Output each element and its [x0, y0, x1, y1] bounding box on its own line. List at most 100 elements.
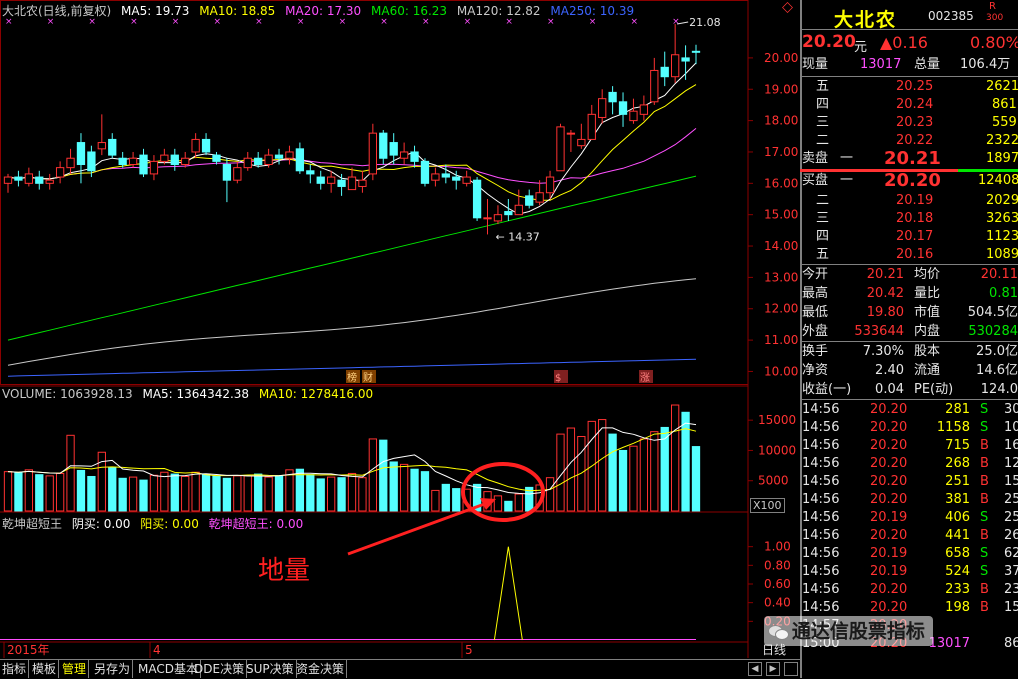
volume-bar [452, 488, 461, 512]
tick-price: 20.19 [870, 564, 908, 579]
scroll-left-button[interactable]: ◀ [748, 662, 762, 676]
tick-side: B [980, 438, 989, 453]
volume-bar [671, 404, 680, 512]
volume-bar [493, 495, 503, 512]
candle-body [233, 167, 242, 181]
candle-body [45, 179, 54, 184]
tab-sup[interactable]: SUP决策 [244, 660, 297, 678]
indicator-axis-label: 0.60 [764, 577, 791, 591]
index-badge: 300 [986, 13, 1004, 23]
time-axis-label: 5 [465, 643, 473, 657]
tick-volume: 524 [945, 564, 970, 579]
volume-bar [306, 474, 315, 512]
tick-price: 20.20 [870, 492, 908, 507]
bid-price: 20.18 [896, 211, 934, 226]
bid-row[interactable]: 二 20.19 2029 [800, 192, 1018, 210]
stat-value: 25.0亿 [976, 344, 1018, 359]
volume-bar [691, 446, 701, 512]
ask-row[interactable]: 五 20.25 2621 [800, 78, 1018, 96]
tick-price: 20.20 [870, 438, 908, 453]
volume-bar [285, 469, 294, 512]
ask-row[interactable]: 三 20.23 559 [800, 114, 1018, 132]
kline-chart[interactable]: 20.00 19.00 18.00 17.00 16.00 15.00 14.00 13.00… [0, 0, 800, 660]
tick-side: B [980, 600, 989, 615]
candle-body [66, 157, 75, 169]
candle-body [201, 138, 211, 153]
bid-level-label: 一 [840, 173, 854, 188]
tab-template[interactable]: 模板 [30, 660, 60, 678]
buy-side-label: 买盘 [802, 173, 829, 188]
volume-bar [420, 471, 430, 512]
candle-body [441, 173, 450, 178]
candle-body [639, 104, 649, 115]
volume-axis-label: 15000 [758, 413, 796, 427]
tab-fund[interactable]: 资金决策 [294, 660, 348, 678]
volume-bar [149, 474, 159, 512]
tick-count: 25 [1004, 510, 1018, 525]
volume-ma10-label: MA10: 1278416.00 [258, 387, 374, 401]
tick-count: 62 [1004, 546, 1018, 561]
volume-bar [295, 468, 305, 512]
candle-body [306, 170, 315, 175]
stat-value: 7.30% [862, 344, 904, 359]
tick-count: 10 [1004, 420, 1018, 435]
tick-volume: 233 [945, 582, 970, 597]
tick-row: 14:56 20.20 198 B 15 [800, 599, 1018, 617]
tick-row: 14:56 20.20 441 B 26 [800, 527, 1018, 545]
tick-volume: 406 [945, 510, 970, 525]
tick-time: 14:56 [802, 456, 840, 471]
tick-row: 14:56 20.20 1158 S 10 [800, 419, 1018, 437]
bid-price: 20.16 [896, 247, 934, 262]
price-change: ▲0.16 [880, 33, 928, 52]
bid-volume: 3263 [986, 211, 1018, 226]
bid-row[interactable]: 五 20.16 1089 [800, 246, 1018, 264]
candle-body [222, 164, 232, 181]
stat-value: 20.21 [866, 267, 904, 282]
candle-body [587, 113, 596, 140]
price-axis-label: 14.00 [764, 239, 798, 253]
bid-row[interactable]: 四 20.17 1123 [800, 228, 1018, 246]
indicator-header: 乾坤超短王 阴买: 0.00 阳买: 0.00 乾坤超短王: 0.00 [2, 515, 309, 532]
tab-save-as[interactable]: 另存为 [92, 660, 134, 678]
tick-time: 14:56 [802, 600, 840, 615]
candle-body [347, 176, 357, 191]
ma60-label: MA60: 16.23 [371, 4, 448, 18]
tick-price: 20.20 [870, 600, 908, 615]
stat-value: 504.5亿 [967, 305, 1018, 320]
stat-value: 14.6亿 [976, 363, 1018, 378]
tick-count: 12 [1004, 456, 1018, 471]
volume-ma5-label: MA5: 1364342.38 [142, 387, 250, 401]
indicator-axis-label: 1.00 [764, 540, 791, 554]
candle-body [368, 132, 377, 175]
volume-bar [45, 475, 54, 512]
tab-manage[interactable]: 管理 [60, 660, 90, 678]
volume-bar [76, 469, 86, 512]
ask-row[interactable]: 卖盘 一 20.21 1897 [800, 150, 1018, 168]
tab-dde[interactable]: DDE决策 [192, 660, 248, 678]
candle-body [254, 157, 263, 166]
tab-indicator[interactable]: 指标 [0, 660, 30, 678]
volume-bar [639, 438, 649, 512]
candle-body [462, 176, 471, 184]
time-axis-label: 4 [153, 643, 161, 657]
volume-bar [379, 439, 388, 512]
zoom-button[interactable] [784, 662, 798, 676]
candle-body [327, 176, 336, 184]
bid-row[interactable]: 三 20.18 3263 [800, 210, 1018, 228]
candle-body [55, 167, 65, 178]
tick-volume: 13017 [928, 636, 970, 651]
ma120-line [7, 278, 697, 366]
candle-body [545, 176, 555, 194]
bid-volume: 2029 [986, 193, 1018, 208]
tick-count: 15 [1004, 474, 1018, 489]
price-axis-label: 15.00 [764, 208, 798, 222]
candle-body [660, 66, 669, 78]
indicator-yinmai: 阴买: 0.00 [71, 517, 131, 531]
volume-bar [337, 477, 346, 512]
tick-count: 30 [1004, 402, 1018, 417]
volume-bar [66, 434, 75, 512]
stat-label: 均价 [914, 267, 941, 282]
bid-row[interactable]: 买盘 一 20.20 12408 [800, 172, 1018, 190]
scroll-right-button[interactable]: ▶ [766, 662, 780, 676]
ask-row[interactable]: 四 20.24 861 [800, 96, 1018, 114]
